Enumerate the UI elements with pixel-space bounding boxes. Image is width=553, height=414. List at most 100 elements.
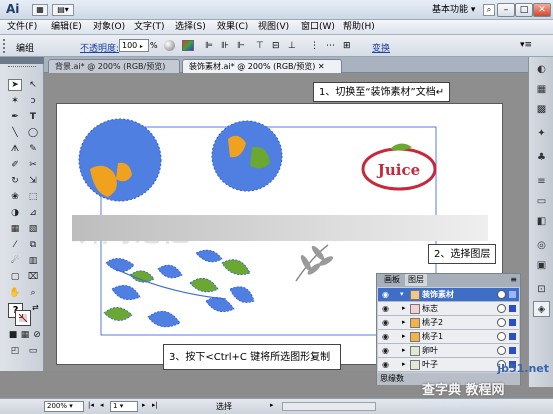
gradient-tool-icon[interactable]: ▧ [26, 223, 40, 235]
layer-name[interactable]: 桃子2 [422, 316, 443, 329]
first-artboard-button[interactable]: |◂ [88, 401, 94, 409]
tab-close-icon[interactable]: ✕ [318, 62, 325, 71]
tab-artboards[interactable]: 画板 [381, 274, 403, 286]
expand-arrow-icon[interactable]: ▾ [400, 288, 404, 301]
layer-name[interactable]: 桃子1 [422, 330, 443, 343]
pencil-tool-icon[interactable]: ✎ [26, 143, 40, 155]
blob-brush-tool-icon[interactable]: ✐ [8, 159, 22, 171]
artboard-tool-icon[interactable]: ▢ [8, 271, 22, 283]
layer-target-icon[interactable] [497, 332, 506, 341]
scissors-tool-icon[interactable]: ✂ [26, 159, 40, 171]
close-button[interactable]: ✕ [533, 3, 551, 17]
panel-menu-icon[interactable]: ≡ [510, 274, 517, 286]
gradient-panel-icon[interactable]: ▭ [533, 193, 550, 209]
magic-wand-tool-icon[interactable]: ✶ [8, 95, 22, 107]
bridge-button[interactable]: ▦ [32, 4, 48, 16]
menu-select[interactable]: 选择(S) [172, 21, 209, 34]
color-guide-icon[interactable]: ▦ [533, 81, 550, 97]
zoom-tool-icon[interactable]: ⌕ [26, 287, 40, 299]
minimize-button[interactable]: – [497, 3, 515, 17]
visibility-eye-icon[interactable]: ◉ [380, 304, 391, 313]
opacity-label[interactable]: 不透明度: [80, 41, 119, 54]
artboard-number-select[interactable]: 1 ▾ [110, 401, 138, 412]
layer-name[interactable]: 装饰素材 [422, 288, 454, 301]
column-graph-tool-icon[interactable]: ▥ [26, 255, 40, 267]
tab-background-doc[interactable]: 背景.ai* @ 200% (RGB/预览) ✕ [48, 59, 180, 84]
lasso-tool-icon[interactable]: ↄ [26, 95, 40, 107]
symbol-sprayer-tool-icon[interactable]: ☄ [8, 255, 22, 267]
align-top-icon[interactable]: ⊤ [256, 40, 268, 52]
visibility-eye-icon[interactable]: ◉ [380, 360, 391, 369]
tab-decoration-doc[interactable]: 装饰素材.ai* @ 200% (RGB/预览) ✕ [182, 59, 342, 73]
maximize-button[interactable]: □ [515, 3, 533, 17]
recolor-icon[interactable] [182, 40, 194, 51]
distribute-h-icon[interactable]: ⋯ [326, 40, 338, 52]
direct-selection-tool-icon[interactable]: ↖ [26, 79, 40, 91]
stroke-panel-icon[interactable]: ≡ [533, 173, 550, 189]
expand-arrow-icon[interactable]: ▸ [402, 330, 406, 343]
artboards-panel-icon[interactable]: ⊡ [533, 281, 550, 297]
layer-row-peach-1[interactable]: ◉ ▸ 桃子1 [378, 330, 519, 344]
mesh-tool-icon[interactable]: ▦ [8, 223, 22, 235]
search-field[interactable]: ⌕ [483, 4, 495, 16]
expand-arrow-icon[interactable]: ▸ [402, 358, 406, 371]
swatches-panel-icon[interactable]: ▩ [533, 101, 550, 117]
zoom-select[interactable]: 200% ▾ [44, 401, 84, 412]
line-tool-icon[interactable]: ╲ [8, 127, 22, 139]
free-transform-tool-icon[interactable]: ⬚ [26, 191, 40, 203]
align-center-icon[interactable]: ⊪ [221, 40, 233, 52]
status-menu-arrow[interactable]: ▸ [270, 401, 274, 409]
menu-effect[interactable]: 效果(C) [214, 21, 251, 34]
hand-tool-icon[interactable]: ✋ [8, 287, 22, 299]
transparency-panel-icon[interactable]: ◧ [533, 213, 550, 229]
menu-view[interactable]: 视图(V) [255, 21, 292, 34]
appearance-panel-icon[interactable]: ◎ [533, 237, 550, 253]
visibility-eye-icon[interactable]: ◉ [380, 290, 391, 299]
menu-file[interactable]: 文件(F) [4, 21, 40, 34]
draw-mode-icon[interactable]: ◰ [8, 345, 22, 357]
visibility-eye-icon[interactable]: ◉ [380, 318, 391, 327]
layers-panel-icon[interactable]: ◈ [533, 301, 550, 317]
menu-window[interactable]: 窗口(W) [298, 21, 338, 34]
opacity-input[interactable]: 100 ▸ [119, 39, 149, 52]
layer-target-icon[interactable] [497, 304, 506, 313]
screen-mode-icon[interactable]: ▭ [26, 345, 40, 357]
align-middle-icon[interactable]: ⊟ [272, 40, 284, 52]
expand-arrow-icon[interactable]: ▸ [402, 302, 406, 315]
style-swatch-icon[interactable] [164, 40, 175, 51]
isolate-icon[interactable]: ⊞ [343, 40, 355, 52]
expand-arrow-icon[interactable]: ▸ [402, 316, 406, 329]
eyedropper-tool-icon[interactable]: ⁄ [8, 239, 22, 251]
menu-edit[interactable]: 编辑(E) [48, 21, 85, 34]
align-bottom-icon[interactable]: ⊥ [288, 40, 300, 52]
layer-row-decoration[interactable]: ◉ ▾ 装饰素材 [378, 288, 519, 302]
shape-builder-tool-icon[interactable]: ◑ [8, 207, 22, 219]
panel-menu-icon[interactable]: ▾≡ [520, 40, 532, 50]
tab-layers[interactable]: 图层 [405, 274, 427, 286]
slice-tool-icon[interactable]: ⌧ [26, 271, 40, 283]
selection-tool-icon[interactable]: ➤ [8, 79, 22, 91]
scale-tool-icon[interactable]: ⇲ [26, 175, 40, 187]
layer-name[interactable]: 标志 [422, 302, 438, 315]
menu-type[interactable]: 文字(T) [131, 21, 168, 34]
next-artboard-button[interactable]: ▸ [142, 401, 146, 409]
layer-name[interactable]: 卵叶 [422, 344, 438, 357]
graphic-styles-icon[interactable]: ▣ [533, 257, 550, 273]
layer-row-logo[interactable]: ◉ ▸ 标志 [378, 302, 519, 316]
arrange-docs-button[interactable]: ▤▾ [52, 4, 74, 16]
warp-tool-icon[interactable]: ❀ [8, 191, 22, 203]
blend-tool-icon[interactable]: ⧉ [26, 239, 40, 251]
layer-row-egg-leaf[interactable]: ◉ ▸ 卵叶 [378, 344, 519, 358]
prev-artboard-button[interactable]: ◂ [100, 401, 104, 409]
workspace-switcher[interactable]: 基本功能 ▾ [432, 4, 475, 16]
ellipse-tool-icon[interactable]: ◯ [26, 127, 40, 139]
visibility-eye-icon[interactable]: ◉ [380, 346, 391, 355]
stroke-swatch[interactable] [15, 310, 31, 326]
rotate-tool-icon[interactable]: ↻ [8, 175, 22, 187]
swap-fill-stroke-icon[interactable]: ⇄ [32, 303, 39, 312]
symbols-panel-icon[interactable]: ♣ [533, 149, 550, 165]
none-mode-icon[interactable]: ⊘ [30, 329, 44, 341]
pen-tool-icon[interactable]: ✒ [8, 111, 22, 123]
visibility-eye-icon[interactable]: ◉ [380, 332, 391, 341]
last-artboard-button[interactable]: ▸| [152, 401, 158, 409]
